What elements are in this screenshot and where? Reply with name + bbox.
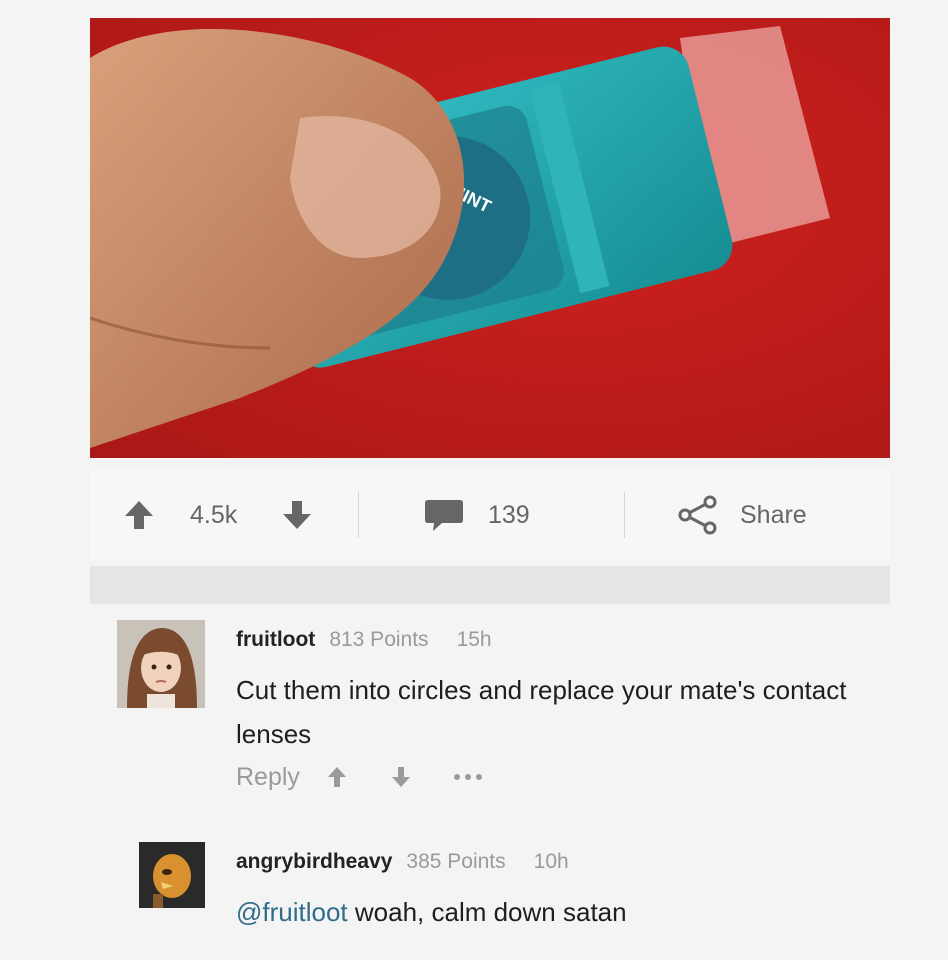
share-label: Share xyxy=(740,500,807,529)
arrow-up-icon xyxy=(125,501,153,529)
comment-bubble-icon xyxy=(425,500,463,531)
comment-text: @fruitloot woah, calm down satan xyxy=(236,890,876,934)
username[interactable]: angrybirdheavy xyxy=(236,850,392,874)
section-separator xyxy=(90,566,890,604)
share-button[interactable]: Share xyxy=(676,470,807,560)
action-bar: 4.5k 139 Share xyxy=(90,470,890,560)
avatar[interactable] xyxy=(139,842,205,908)
downvote-button[interactable] xyxy=(280,470,314,560)
reply-button[interactable]: Reply xyxy=(236,763,300,792)
points: 385 Points xyxy=(406,850,506,873)
upvote-count: 4.5k xyxy=(190,470,237,560)
arrow-down-icon[interactable] xyxy=(390,765,412,789)
user-avatar-image xyxy=(139,842,205,908)
points: 813 Points xyxy=(329,628,429,651)
timestamp: 10h xyxy=(533,850,569,873)
upvote-button[interactable] xyxy=(122,470,156,560)
comment-text-body: woah, calm down satan xyxy=(347,897,627,927)
divider xyxy=(624,492,625,538)
timestamp: 15h xyxy=(456,628,492,651)
user-avatar-image xyxy=(117,620,205,708)
comments-button[interactable]: 139 xyxy=(424,470,530,560)
divider xyxy=(358,492,359,538)
arrow-down-icon xyxy=(283,501,311,529)
upvote-count-text: 4.5k xyxy=(190,500,238,529)
username[interactable]: fruitloot xyxy=(236,628,315,652)
avatar[interactable] xyxy=(117,620,205,708)
comment-meta: fruitloot 813 Points 15h xyxy=(236,628,492,652)
more-options-icon[interactable] xyxy=(452,772,484,782)
post-image[interactable]: COOL MINT xyxy=(90,18,890,458)
share-icon xyxy=(678,495,717,535)
comment-meta: angrybirdheavy 385 Points 10h xyxy=(236,850,569,874)
comment-actions: Reply xyxy=(236,757,484,797)
comment-text: Cut them into circles and replace your m… xyxy=(236,675,847,749)
comment-count: 139 xyxy=(488,500,530,529)
arrow-up-icon[interactable] xyxy=(326,765,348,789)
mention-link[interactable]: @fruitloot xyxy=(236,897,348,927)
floss-photo: COOL MINT xyxy=(90,18,890,458)
